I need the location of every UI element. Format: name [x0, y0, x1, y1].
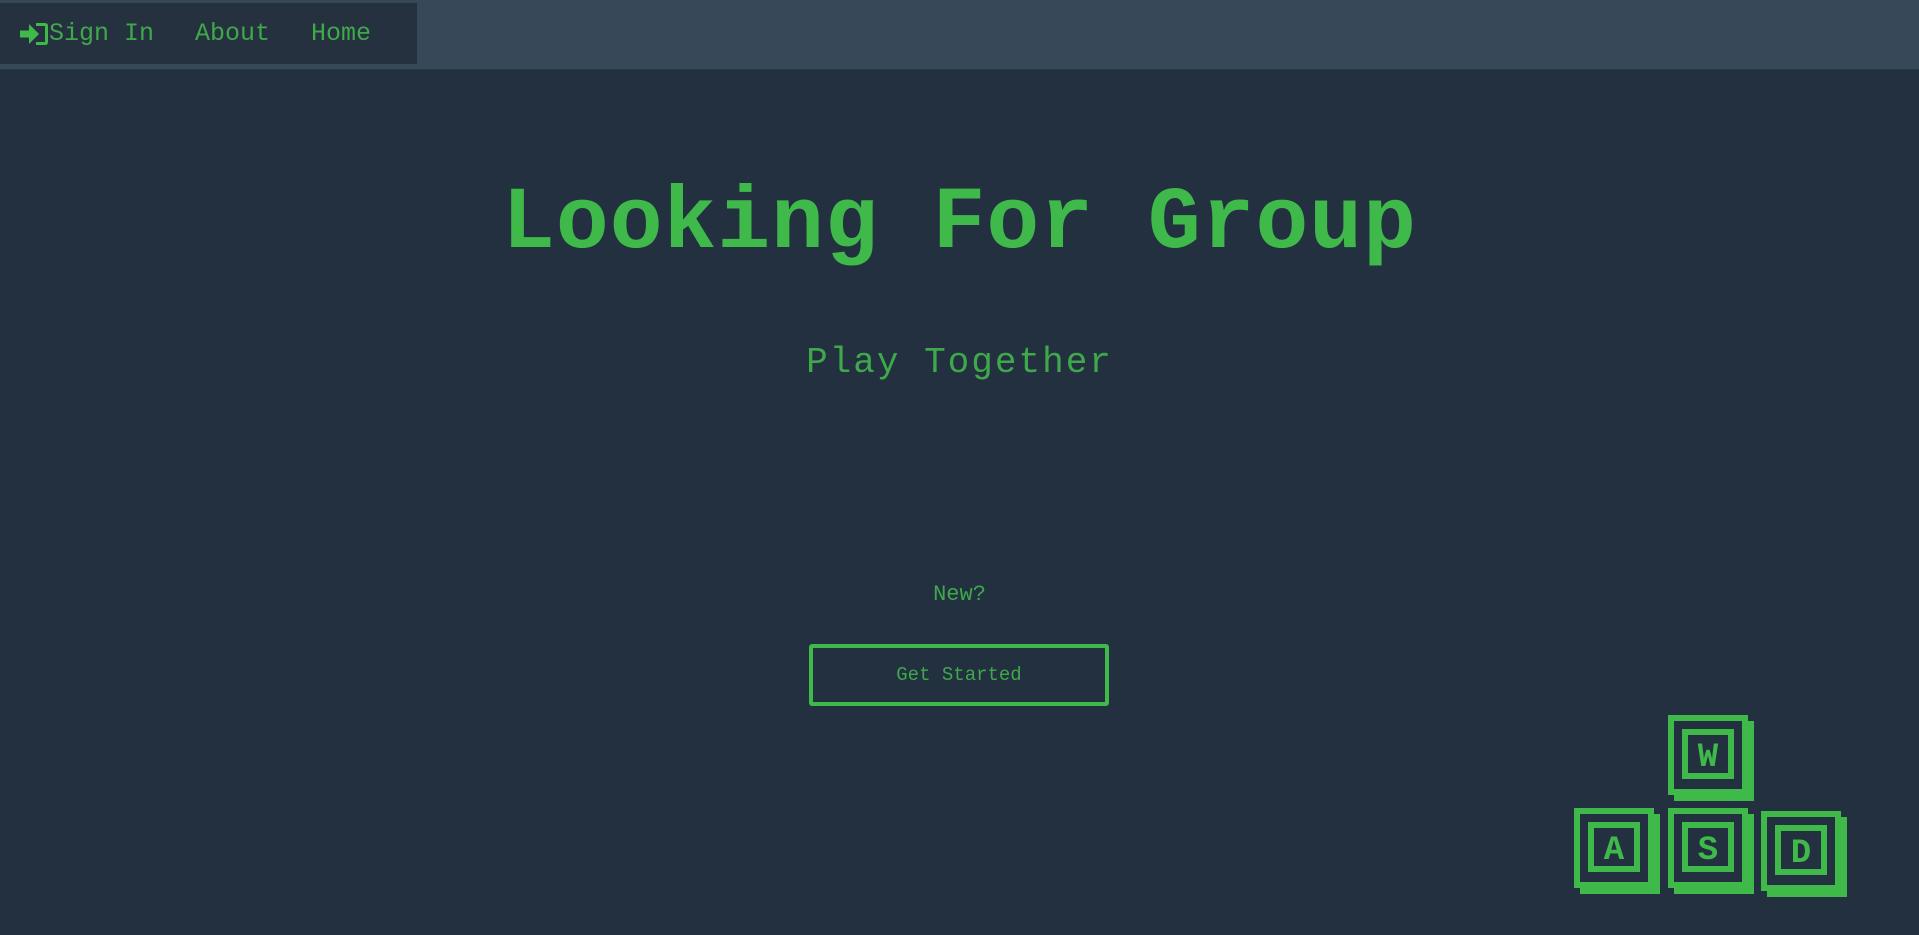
new-user-prompt: New?	[933, 582, 986, 607]
sign-in-icon	[20, 22, 48, 45]
key-d-letter: D	[1791, 835, 1811, 873]
wasd-keys-icon: W A S D	[1574, 715, 1847, 897]
key-s-letter: S	[1698, 832, 1718, 870]
nav-about-link[interactable]: About	[195, 19, 270, 48]
get-started-button[interactable]: Get Started	[809, 644, 1109, 706]
key-w-letter: W	[1698, 739, 1719, 777]
page-title: Looking For Group	[502, 175, 1417, 274]
nav-home-link[interactable]: Home	[311, 19, 371, 48]
key-a-letter: A	[1604, 832, 1625, 870]
top-bar: Sign In About Home	[0, 0, 1919, 70]
main-nav: Sign In About Home	[0, 3, 417, 64]
nav-sign-in-label: Sign In	[49, 19, 155, 48]
nav-sign-in-link[interactable]: Sign In	[19, 19, 154, 48]
page-subtitle: Play Together	[806, 342, 1113, 383]
